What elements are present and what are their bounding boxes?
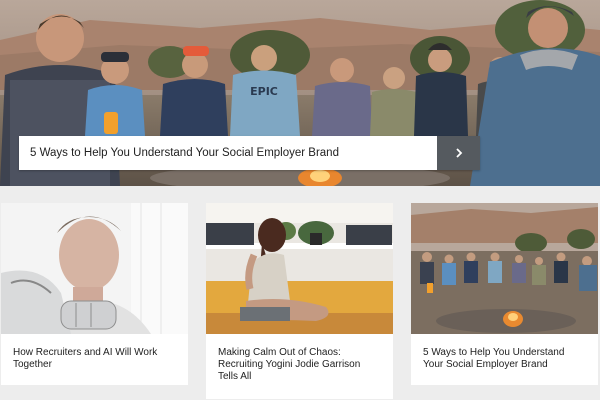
hero-title[interactable]: 5 Ways to Help You Understand Your Socia… bbox=[19, 136, 437, 170]
shirt-text: EPIC bbox=[250, 85, 278, 98]
hero-banner[interactable]: EPIC 5 Ways to Help You Understand Your … bbox=[0, 0, 600, 186]
card-title[interactable]: 5 Ways to Help You Understand Your Socia… bbox=[411, 334, 598, 371]
card-title[interactable]: How Recruiters and AI Will Work Together bbox=[1, 334, 188, 371]
hero-next-button[interactable] bbox=[437, 136, 480, 170]
article-card-employer-brand[interactable]: 5 Ways to Help You Understand Your Socia… bbox=[411, 203, 598, 385]
article-card-ai-recruiters[interactable]: How Recruiters and AI Will Work Together bbox=[1, 203, 188, 385]
chevron-right-icon bbox=[455, 148, 462, 158]
yoga-woman-photo bbox=[206, 203, 393, 334]
hero-caption-bar[interactable]: 5 Ways to Help You Understand Your Socia… bbox=[19, 136, 480, 170]
campfire-group-photo bbox=[411, 203, 598, 334]
article-card-yogini[interactable]: Making Calm Out of Chaos: Recruiting Yog… bbox=[206, 203, 393, 399]
man-with-robot-arm-photo bbox=[1, 203, 188, 334]
card-title[interactable]: Making Calm Out of Chaos: Recruiting Yog… bbox=[206, 334, 393, 383]
